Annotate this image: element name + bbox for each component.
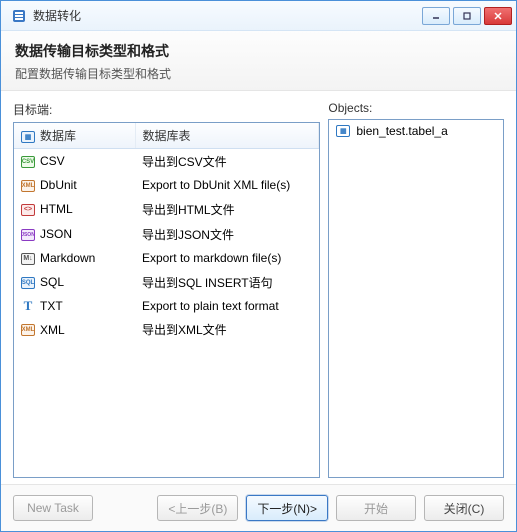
targets-table: ▦ 数据库 数据库表 CSV CSV 导出到CSV文件 XML DbUnit Export … [14,123,319,342]
window-title: 数据转化 [33,7,422,24]
target-desc: 导出到CSV文件 [136,149,319,175]
close-button[interactable] [484,7,512,25]
target-name: JSON [40,227,72,241]
target-desc: Export to markdown file(s) [136,247,319,270]
objects-panel: Objects: ▦ bien_test.tabel_a [328,101,504,478]
list-item[interactable]: ▦ bien_test.tabel_a [329,120,503,142]
objects-label: Objects: [328,101,504,115]
targets-listbox[interactable]: ▦ 数据库 数据库表 CSV CSV 导出到CSV文件 XML DbUnit Export … [13,122,320,478]
xml-icon: XML [20,179,36,193]
dialog-window: 数据转化 数据传输目标类型和格式 配置数据传输目标类型和格式 目标端: ▦ 数据库 [0,0,517,532]
maximize-button[interactable] [453,7,481,25]
xml-icon: XML [20,323,36,337]
targets-label: 目标端: [13,101,320,118]
titlebar[interactable]: 数据转化 [1,1,516,31]
targets-col-desc[interactable]: 数据库表 [136,123,319,149]
app-icon [11,8,27,24]
back-button[interactable]: <上一步(B) [157,495,238,521]
page-title: 数据传输目标类型和格式 [15,41,502,61]
next-button[interactable]: 下一步(N)> [246,495,328,521]
dialog-header: 数据传输目标类型和格式 配置数据传输目标类型和格式 [1,31,516,91]
target-desc: Export to DbUnit XML file(s) [136,174,319,197]
database-icon: ▦ [20,130,36,144]
table-row[interactable]: XML DbUnit Export to DbUnit XML file(s) [14,174,319,197]
target-name: SQL [40,275,64,289]
html-icon: <> [20,203,36,217]
target-desc: 导出到XML文件 [136,317,319,342]
col-name-text: 数据库 [40,129,76,143]
start-button[interactable]: 开始 [336,495,416,521]
window-buttons [422,7,512,25]
table-row[interactable]: XML XML 导出到XML文件 [14,317,319,342]
dialog-body: 目标端: ▦ 数据库 数据库表 CSV CSV 导出到CSV文件 XML DbUnit Ex… [1,91,516,484]
csv-icon: CSV [20,155,36,169]
target-name: CSV [40,154,65,168]
table-row[interactable]: CSV CSV 导出到CSV文件 [14,149,319,175]
target-name: XML [40,323,65,337]
json-icon: JSON [20,228,36,242]
sql-icon: SQL [20,276,36,290]
md-icon: M↓ [20,252,36,266]
target-name: HTML [40,202,73,216]
dialog-footer: New Task <上一步(B) 下一步(N)> 开始 关闭(C) [1,484,516,531]
page-subtitle: 配置数据传输目标类型和格式 [15,65,502,82]
objects-listbox[interactable]: ▦ bien_test.tabel_a [328,119,504,478]
table-row[interactable]: JSON JSON 导出到JSON文件 [14,222,319,247]
targets-header-row[interactable]: ▦ 数据库 数据库表 [14,123,319,149]
target-desc: Export to plain text format [136,295,319,318]
target-desc: 导出到SQL INSERT语句 [136,270,319,295]
targets-col-name[interactable]: ▦ 数据库 [14,123,136,149]
table-row[interactable]: T TXT Export to plain text format [14,295,319,318]
table-icon: ▦ [335,124,351,138]
target-name: TXT [40,299,63,313]
minimize-button[interactable] [422,7,450,25]
table-row[interactable]: SQL SQL 导出到SQL INSERT语句 [14,270,319,295]
target-name: DbUnit [40,178,77,192]
target-desc: 导出到JSON文件 [136,222,319,247]
target-desc: 导出到HTML文件 [136,197,319,222]
target-name: Markdown [40,251,95,265]
targets-panel: 目标端: ▦ 数据库 数据库表 CSV CSV 导出到CSV文件 XML DbUnit Ex… [13,101,320,478]
close-dialog-button[interactable]: 关闭(C) [424,495,504,521]
new-task-button[interactable]: New Task [13,495,93,521]
table-row[interactable]: <> HTML 导出到HTML文件 [14,197,319,222]
table-row[interactable]: M↓ Markdown Export to markdown file(s) [14,247,319,270]
object-name: bien_test.tabel_a [356,124,447,138]
txt-icon: T [20,299,36,313]
